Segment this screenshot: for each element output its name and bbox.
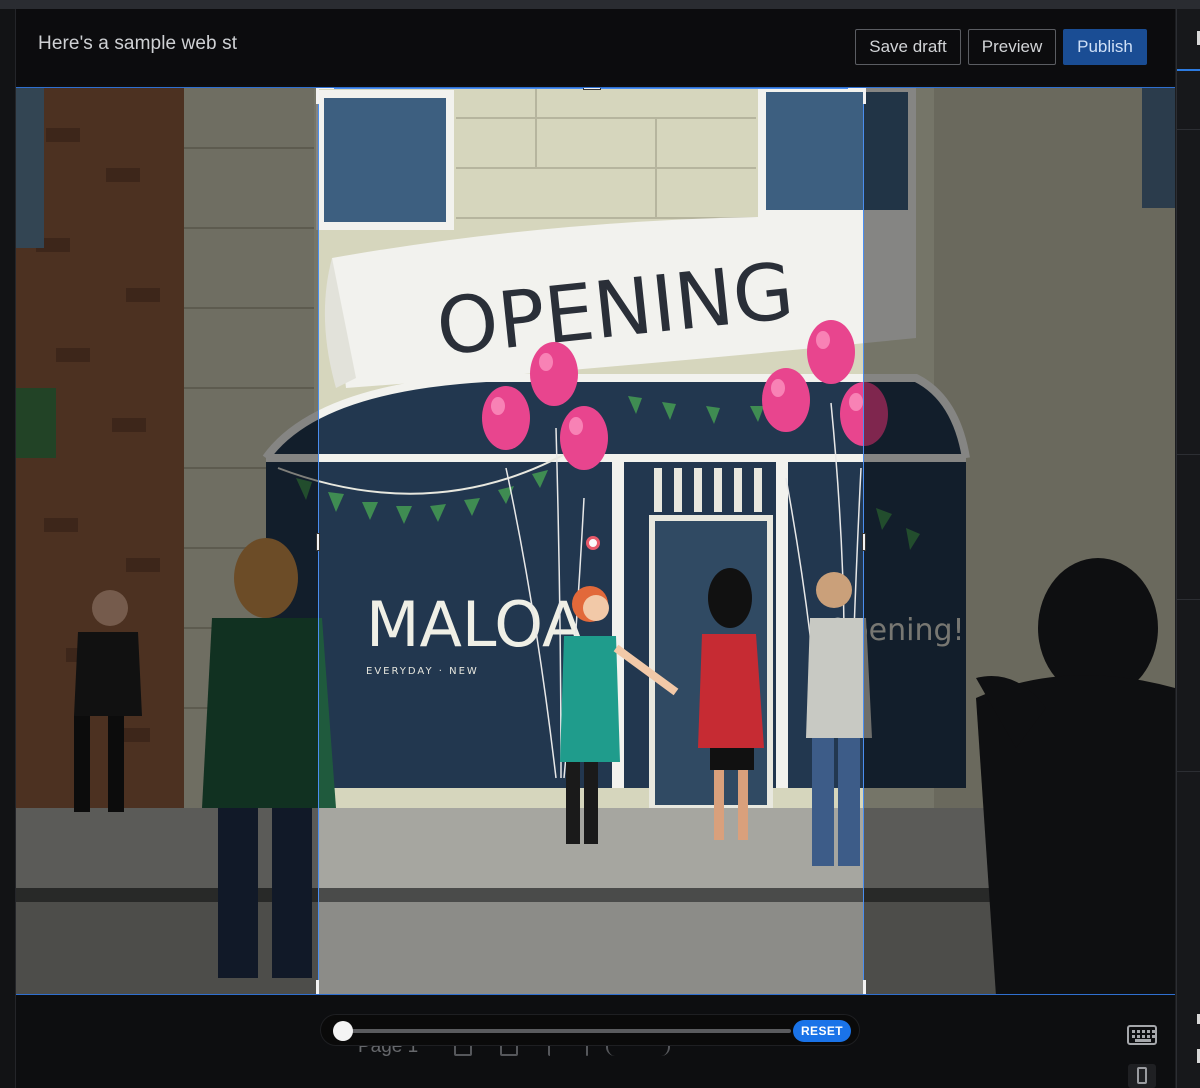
zoom-slider-track[interactable] — [341, 1029, 791, 1033]
preview-button[interactable]: Preview — [968, 29, 1056, 65]
zoom-control: RESET — [320, 1014, 860, 1046]
crop-handle-top[interactable] — [583, 88, 601, 90]
mobile-preview-icon[interactable] — [1128, 1064, 1156, 1088]
story-title[interactable]: Here's a sample web st — [38, 33, 248, 61]
left-rail — [0, 9, 16, 1088]
panel-divider — [1177, 454, 1200, 455]
focal-point-handle[interactable] — [586, 536, 600, 550]
crop-handle-bottom[interactable] — [583, 994, 601, 995]
editor-footer: Page 1 RESET — [16, 996, 1175, 1088]
crop-canvas[interactable]: OPENING MALOA EVERYDAY · NEW Opening! — [16, 87, 1175, 995]
panel-divider — [1177, 129, 1200, 130]
panel-divider — [1177, 771, 1200, 772]
window-top-strip — [0, 0, 1200, 9]
editor-header: Here's a sample web st Save draft Previe… — [16, 9, 1175, 85]
publish-button[interactable]: Publish — [1063, 29, 1147, 65]
reset-button[interactable]: RESET — [793, 1020, 851, 1042]
save-draft-button[interactable]: Save draft — [855, 29, 961, 65]
crop-handle-top-left[interactable] — [316, 88, 334, 104]
crop-selection[interactable] — [316, 88, 866, 995]
crop-handle-top-right[interactable] — [848, 88, 866, 104]
crop-handle-bottom-right[interactable] — [848, 980, 866, 994]
right-side-panel — [1176, 9, 1200, 1088]
crop-handle-left[interactable] — [316, 533, 320, 551]
keyboard-shortcuts-icon[interactable] — [1127, 1025, 1157, 1045]
panel-active-indicator — [1177, 69, 1200, 71]
crop-handle-right[interactable] — [862, 533, 866, 551]
story-editor: Here's a sample web st Save draft Previe… — [16, 9, 1175, 1088]
panel-divider — [1177, 599, 1200, 600]
crop-handle-bottom-left[interactable] — [316, 980, 334, 994]
zoom-slider-thumb[interactable] — [333, 1021, 353, 1041]
